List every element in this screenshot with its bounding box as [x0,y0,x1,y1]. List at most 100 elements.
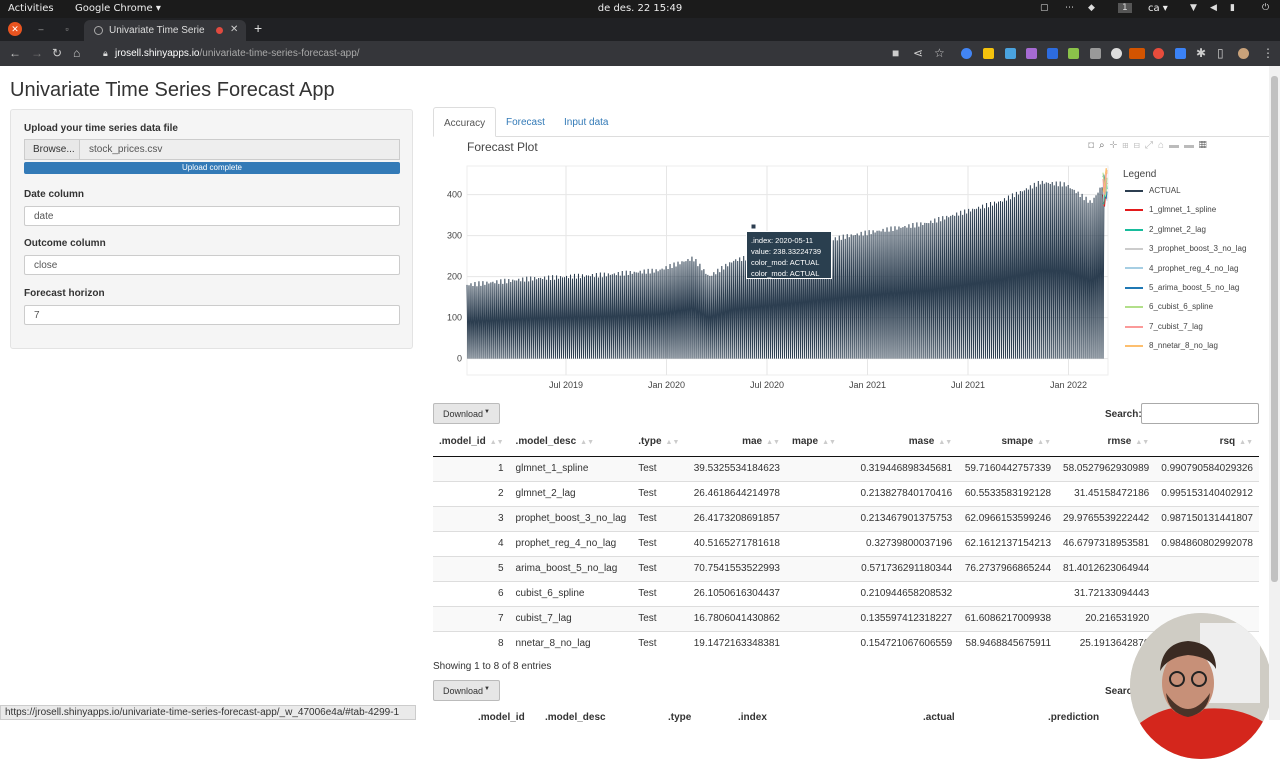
date-column-input[interactable]: date [24,206,400,226]
legend-swatch [1125,306,1143,309]
scrollbar-thumb[interactable] [1271,76,1278,582]
column-header[interactable]: mase ▲▼ [841,428,959,457]
spike-lines-icon[interactable]: ▬ [1169,140,1184,151]
workspace-indicator[interactable]: 1 [1118,3,1132,13]
column-header[interactable]: rmse ▲▼ [1057,428,1156,457]
close-tab-icon[interactable]: ✕ [230,24,238,35]
column-header[interactable]: .actual [923,712,955,722]
chrome-extension-icon[interactable] [961,48,972,59]
table-row[interactable]: 2 glmnet_2_lag Test 26.4618644214978 0.21382… [433,480,1259,506]
browser-tab[interactable]: Univariate Time Serie ✕ [84,20,246,41]
column-header[interactable]: .index [738,712,767,722]
column-header[interactable]: .model_id [478,712,525,722]
maximize-window-icon[interactable]: ▫ [60,22,74,36]
table-row[interactable]: 1 glmnet_1_spline Test 39.5325534184623 0.31… [433,455,1259,481]
volume-icon[interactable]: ◀ [1210,3,1217,13]
legend-item[interactable]: 5_arima_boost_5_no_lag [1125,283,1239,292]
column-header[interactable]: smape ▲▼ [958,428,1058,457]
hover-closest-icon[interactable]: ▬ [1184,140,1199,151]
gear-extension-icon[interactable] [1026,48,1037,59]
table-row[interactable]: 5 arima_boost_5_no_lag Test 70.754155352299… [433,555,1259,581]
record-extension-icon[interactable] [1111,48,1122,59]
legend-item[interactable]: 8_nnetar_8_no_lag [1125,341,1218,350]
os-top-bar: Activities Google Chrome ▾ de des. 22 15… [0,0,1280,18]
dots-icon[interactable]: ⋯ [1065,3,1074,13]
legend-item[interactable]: 3_prophet_boost_3_no_lag [1125,244,1246,253]
screen-icon[interactable]: ▢ [1040,3,1049,13]
legend-item[interactable]: 1_glmnet_1_spline [1125,205,1216,214]
reload-icon[interactable]: ↻ [52,46,62,60]
browse-button[interactable]: Browse... [24,139,80,160]
bookmark-star-icon[interactable]: ☆ [934,46,945,60]
minimize-window-icon[interactable]: – [34,22,48,36]
forward-icon[interactable]: → [31,46,43,60]
share-icon[interactable]: ⋖ [913,46,923,60]
zoom-out-icon[interactable]: ⊟ [1134,140,1145,151]
back-icon[interactable]: ← [9,46,21,60]
translate-extension-icon[interactable] [1005,48,1016,59]
check-extension-icon[interactable] [1068,48,1079,59]
tab-accuracy[interactable]: Accuracy [433,107,497,137]
y-tick-label: 400 [447,190,462,200]
pen-extension-icon[interactable] [1090,48,1101,59]
camera-icon[interactable]: ■ [892,46,899,60]
table-cell: nnetar_8_no_lag [509,630,633,656]
column-header[interactable]: .prediction [1048,712,1099,722]
chat-extension-icon[interactable] [1175,48,1186,59]
table-row[interactable]: 4 prophet_reg_4_no_lag Test 40.516527178161… [433,530,1259,556]
tab-input-data[interactable]: Input data [554,107,618,137]
legend-swatch [1125,325,1143,328]
forecast-horizon-input[interactable]: 7 [24,305,400,325]
legend-item[interactable]: 7_cubist_7_lag [1125,322,1203,331]
column-header[interactable]: .model_desc ▲▼ [509,428,633,457]
column-header[interactable]: .type ▲▼ [632,428,686,457]
download-button-2[interactable]: Download ▼ [433,680,500,701]
legend-item[interactable]: 2_glmnet_2_lag [1125,225,1206,234]
zoom-in-icon[interactable]: ⊞ [1122,140,1133,151]
table-cell: 76.2737966865244 [958,555,1058,581]
download-button[interactable]: Download ▼ [433,403,500,424]
plotly-logo-icon[interactable]: ▦ [1199,140,1212,151]
block-extension-icon[interactable] [1153,48,1164,59]
pan-icon[interactable]: ✛ [1110,140,1123,151]
table-row[interactable]: 3 prophet_boost_3_no_lag Test 26.4173208691… [433,505,1259,531]
search-input[interactable] [1141,403,1259,424]
home-icon[interactable]: ⌂ [73,46,80,60]
zoom-icon[interactable]: ⌕ [1099,140,1110,151]
profile-avatar[interactable] [1238,48,1249,59]
tab-forecast[interactable]: Forecast [496,107,555,137]
sidepanel-icon[interactable]: ▯ [1217,46,1224,60]
legend-item[interactable]: ACTUAL [1125,186,1181,195]
column-header[interactable]: .model_id ▲▼ [433,428,510,457]
reset-axes-icon[interactable]: ⌂ [1158,140,1169,151]
column-header[interactable]: .type [668,712,691,722]
battery-icon[interactable]: ▮ [1230,3,1235,13]
legend-item[interactable]: 6_cubist_6_spline [1125,302,1213,311]
camera-icon[interactable]: ◘ [1088,140,1099,151]
desc-extension-icon[interactable] [1129,48,1145,59]
table-row[interactable]: 8 nnetar_8_no_lag Test 19.1472163348381 0.15… [433,630,1259,656]
menu-kebab-icon[interactable]: ⋮ [1262,46,1274,60]
language-menu[interactable]: ca ▾ [1148,3,1168,14]
column-header[interactable]: .model_desc [545,712,606,722]
wifi-icon[interactable]: ▼ [1190,3,1197,13]
v-extension-icon[interactable] [1047,48,1058,59]
forecast-plot[interactable]: 0 100 200 300 400 Jul 2019 Jan 2020 Jul 2020 Jan… [433,138,1269,396]
column-header[interactable]: mae ▲▼ [685,428,786,457]
table-row[interactable]: 7 cubist_7_lag Test 16.7806041430862 0.13559… [433,605,1259,631]
close-window-icon[interactable]: ✕ [8,22,22,36]
legend-item[interactable]: 4_prophet_reg_4_no_lag [1125,264,1238,273]
file-name-field[interactable]: stock_prices.csv [79,139,400,160]
power-icon[interactable]: ⏻ [1262,3,1269,13]
notes-extension-icon[interactable] [983,48,994,59]
new-tab-icon[interactable]: + [254,20,262,36]
table-row[interactable]: 6 cubist_6_spline Test 26.1050616304437 0.21… [433,580,1259,606]
puzzle-icon[interactable]: ✱ [1196,46,1206,60]
dropbox-icon[interactable]: ◆ [1088,3,1095,13]
page-scrollbar[interactable] [1269,66,1280,720]
column-header[interactable]: rsq ▲▼ [1155,428,1259,457]
autoscale-icon[interactable]: ⤢ [1145,140,1158,151]
url-bar[interactable]: 🔒︎ jrosell.shinyapps.io/univariate-time-… [95,44,880,63]
column-header[interactable]: mape ▲▼ [785,428,842,457]
outcome-column-input[interactable]: close [24,255,400,275]
